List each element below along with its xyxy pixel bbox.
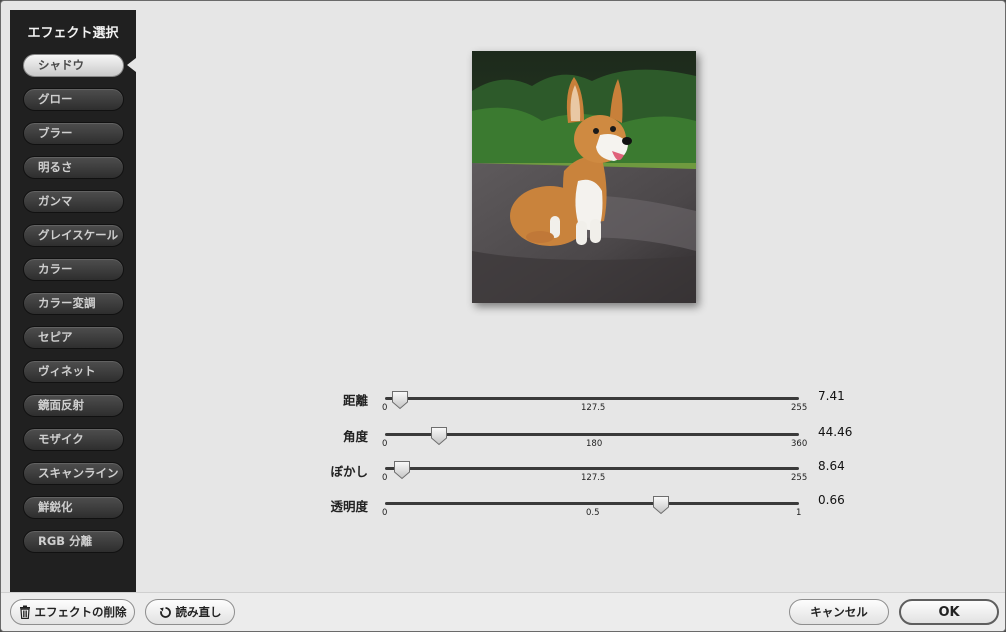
distance-max-tick: 255 (791, 403, 808, 413)
effect-item-rgb-split[interactable]: RGB 分離 (23, 530, 124, 553)
effect-item-sharpen[interactable]: 鮮鋭化 (23, 496, 124, 519)
effect-item-mosaic[interactable]: モザイク (23, 428, 124, 451)
distance-slider-track[interactable] (385, 397, 799, 400)
effect-item-color[interactable]: カラー (23, 258, 124, 281)
effect-item-gamma[interactable]: ガンマ (23, 190, 124, 213)
effect-list: シャドウ グロー ブラー 明るさ ガンマ グレイスケール カラー カラー変調 セ… (23, 54, 124, 564)
opacity-slider-track[interactable] (385, 502, 799, 505)
sidebar-title: エフェクト選択 (27, 26, 119, 41)
opacity-max-tick: 1 (796, 508, 802, 518)
effect-item-grayscale[interactable]: グレイスケール (23, 224, 124, 247)
reload-label: 読み直し (175, 605, 222, 619)
angle-label: 角度 (342, 429, 368, 444)
angle-value: 44.46 (818, 425, 853, 439)
bottom-bar: エフェクトの削除 読み直し キャンセル OK (1, 592, 1005, 631)
opacity-value: 0.66 (818, 493, 845, 507)
trash-icon (19, 605, 31, 619)
angle-max-tick: 360 (791, 439, 808, 449)
opacity-slider-thumb[interactable] (652, 495, 670, 515)
preview-image (472, 51, 696, 303)
blur-max-tick: 255 (791, 473, 808, 483)
distance-slider-thumb[interactable] (391, 390, 409, 410)
effect-sidebar: エフェクト選択 シャドウ グロー ブラー 明るさ ガンマ グレイスケール カラー… (10, 10, 136, 592)
opacity-label: 透明度 (330, 499, 368, 514)
angle-slider-thumb[interactable] (430, 426, 448, 446)
reload-icon (159, 606, 172, 619)
effect-item-brightness[interactable]: 明るさ (23, 156, 124, 179)
effect-item-vignette[interactable]: ヴィネット (23, 360, 124, 383)
dog-photo (472, 51, 696, 303)
distance-mid-tick: 127.5 (581, 403, 606, 413)
blur-min-tick: 0 (382, 473, 388, 483)
opacity-min-tick: 0 (382, 508, 388, 518)
effect-item-reflection[interactable]: 鏡面反射 (23, 394, 124, 417)
effect-item-sepia[interactable]: セピア (23, 326, 124, 349)
effect-item-blur[interactable]: ブラー (23, 122, 124, 145)
blur-slider-track[interactable] (385, 467, 799, 470)
ok-button[interactable]: OK (899, 599, 999, 625)
blur-label: ぼかし (330, 464, 368, 479)
cancel-button[interactable]: キャンセル (789, 599, 889, 625)
blur-value: 8.64 (818, 459, 845, 473)
effect-dialog: エフェクト選択 シャドウ グロー ブラー 明るさ ガンマ グレイスケール カラー… (0, 0, 1006, 632)
effect-item-scanline[interactable]: スキャンライン (23, 462, 124, 485)
reload-button[interactable]: 読み直し (145, 599, 235, 625)
effect-item-glow[interactable]: グロー (23, 88, 124, 111)
effect-item-color-modulation[interactable]: カラー変調 (23, 292, 124, 315)
angle-min-tick: 0 (382, 439, 388, 449)
distance-value: 7.41 (818, 389, 845, 403)
distance-label: 距離 (342, 393, 368, 408)
distance-min-tick: 0 (382, 403, 388, 413)
effect-item-shadow[interactable]: シャドウ (23, 54, 124, 77)
blur-slider-thumb[interactable] (393, 460, 411, 480)
selection-arrow (127, 58, 136, 72)
blur-mid-tick: 127.5 (581, 473, 606, 483)
delete-effect-label: エフェクトの削除 (34, 605, 127, 619)
angle-mid-tick: 180 (586, 439, 603, 449)
opacity-mid-tick: 0.5 (586, 508, 600, 518)
delete-effect-button[interactable]: エフェクトの削除 (10, 599, 135, 625)
